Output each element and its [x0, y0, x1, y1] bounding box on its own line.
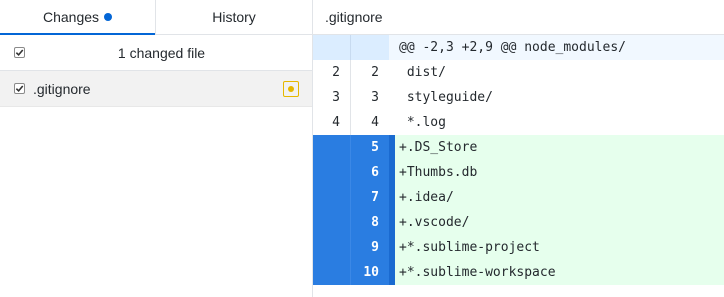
line-gutter[interactable]: 10 [313, 260, 395, 285]
new-line-number: 6 [371, 165, 379, 180]
line-gutter[interactable]: 8 [313, 210, 395, 235]
changes-header: 1 changed file [0, 35, 312, 71]
line-gutter: 33 [313, 85, 389, 110]
tab-changes-label: Changes [42, 9, 100, 25]
old-line-number [313, 135, 351, 160]
old-line-number [313, 160, 351, 185]
sidebar-tabs: Changes History [0, 0, 312, 35]
file-modified-icon [283, 80, 299, 97]
tab-changes[interactable]: Changes [0, 0, 156, 35]
line-gutter: 44 [313, 110, 389, 135]
old-line-number [313, 260, 351, 285]
diff-added-line[interactable]: 9 +*.sublime-project [313, 235, 724, 260]
new-line-number: 8 [371, 215, 379, 230]
diff-added-line[interactable]: 5 +.DS_Store [313, 135, 724, 160]
tab-history[interactable]: History [156, 0, 312, 34]
file-name: .gitignore [33, 80, 91, 97]
new-line-number: 2 [371, 65, 379, 80]
new-line-number: 9 [371, 240, 379, 255]
diff-line-text: +*.sublime-project [395, 235, 724, 260]
new-line-number: 4 [371, 115, 379, 130]
file-include-checkbox[interactable] [14, 83, 25, 94]
diff-view: @@ -2,3 +2,9 @@ node_modules/ 22 dist/3 3… [313, 35, 724, 285]
diff-line-text: +Thumbs.db [395, 160, 724, 185]
old-line-number [313, 185, 351, 210]
file-list-item[interactable]: .gitignore [0, 71, 312, 107]
old-line-number: 4 [313, 110, 351, 135]
diff-line-text: +.DS_Store [395, 135, 724, 160]
checkmark-icon [15, 85, 24, 93]
diff-added-line[interactable]: 10 +*.sublime-workspace [313, 260, 724, 285]
diff-line-text: dist/ [399, 65, 446, 80]
changes-sidebar: Changes History 1 changed file .gitignor… [0, 0, 313, 297]
diff-panel: .gitignore @@ -2,3 +2,9 @@ node_modules/… [313, 0, 724, 297]
diff-added-line[interactable]: 6 +Thumbs.db [313, 160, 724, 185]
changes-indicator-dot-icon [104, 13, 113, 21]
old-line-number [313, 235, 351, 260]
old-line-number: 2 [313, 60, 351, 85]
old-line-number: 3 [313, 85, 351, 110]
diff-line-text: +.vscode/ [395, 210, 724, 235]
diff-added-line[interactable]: 8 +.vscode/ [313, 210, 724, 235]
line-gutter[interactable]: 6 [313, 160, 395, 185]
diff-line-text: styleguide/ [399, 90, 493, 105]
tab-history-label: History [212, 9, 256, 25]
line-gutter [313, 35, 389, 60]
diff-line-text: +*.sublime-workspace [395, 260, 724, 285]
diff-file-title: .gitignore [313, 0, 724, 35]
line-gutter[interactable]: 5 [313, 135, 395, 160]
diff-context-line[interactable]: 44 *.log [313, 110, 724, 135]
old-line-number [313, 210, 351, 235]
diff-line-text: *.log [399, 115, 446, 130]
line-gutter[interactable]: 7 [313, 185, 395, 210]
new-line-number: 10 [363, 265, 379, 280]
new-line-number: 3 [371, 90, 379, 105]
hunk-header-text: @@ -2,3 +2,9 @@ node_modules/ [389, 35, 724, 60]
new-line-number: 7 [371, 190, 379, 205]
line-gutter[interactable]: 9 [313, 235, 395, 260]
line-gutter: 22 [313, 60, 389, 85]
hunk-header-row[interactable]: @@ -2,3 +2,9 @@ node_modules/ [313, 35, 724, 60]
changed-files-count: 1 changed file [117, 44, 206, 61]
diff-added-line[interactable]: 7 +.idea/ [313, 185, 724, 210]
diff-line-text: +.idea/ [395, 185, 724, 210]
checkmark-icon [15, 49, 24, 57]
diff-context-line[interactable]: 33 styleguide/ [313, 85, 724, 110]
diff-context-line[interactable]: 22 dist/ [313, 60, 724, 85]
select-all-checkbox[interactable] [14, 47, 25, 58]
new-line-number: 5 [371, 140, 379, 155]
